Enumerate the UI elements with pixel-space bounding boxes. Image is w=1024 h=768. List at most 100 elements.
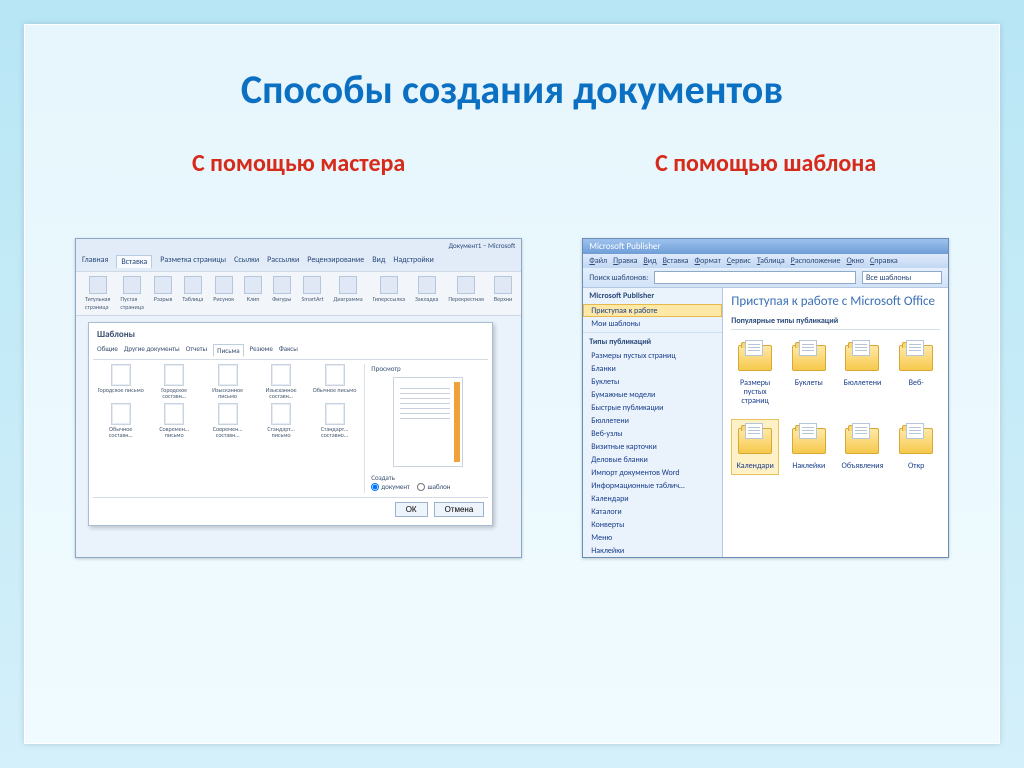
columns: С помощью мастера Документ1 – Microsoft … (75, 149, 949, 558)
templates-dialog: Шаблоны ОбщиеДругие документыОтчетыПисьм… (88, 322, 493, 526)
ribbon-tab[interactable]: Надстройки (393, 255, 433, 268)
ribbon-icon (494, 276, 512, 294)
publication-type-item[interactable]: Веб- (892, 336, 940, 409)
template-item[interactable]: Стандарт… составно… (311, 403, 358, 438)
publication-type-item[interactable]: Бюллетени (839, 336, 887, 409)
radio-template-input[interactable] (417, 483, 425, 491)
ribbon-tab[interactable]: Рецензирование (307, 255, 364, 268)
publication-type-item[interactable]: Календари (731, 419, 779, 475)
template-item[interactable]: Современ… письмо (150, 403, 197, 438)
dialog-tabs[interactable]: Общие Другие документы Отчеты Письма Резюме Ф… (93, 342, 488, 360)
sidebar-item[interactable]: Меню (583, 531, 722, 544)
ribbon-tab[interactable]: Вид (372, 255, 385, 268)
sidebar-item[interactable]: Импорт документов Word (583, 466, 722, 479)
ribbon-button[interactable]: Гиперссылка (370, 276, 408, 311)
ribbon-button[interactable]: Таблица (179, 276, 206, 311)
publication-type-label: Бюллетени (844, 379, 882, 388)
search-scope-dropdown[interactable]: Все шаблоны (862, 271, 942, 284)
ribbon-tab[interactable]: Разметка страницы (160, 255, 226, 268)
publication-type-item[interactable]: Буклеты (785, 336, 833, 409)
sidebar-item[interactable]: Наклейки (583, 544, 722, 557)
sidebar-item[interactable]: Календари (583, 492, 722, 505)
publication-type-item[interactable]: Размеры пустых страниц (731, 336, 779, 409)
publication-type-label: Буклеты (795, 379, 823, 388)
sidebar-item[interactable]: Размеры пустых страниц (583, 349, 722, 362)
sidebar-item[interactable]: Бумажные модели (583, 388, 722, 401)
ok-button[interactable]: ОК (395, 502, 428, 517)
ribbon-button[interactable]: Фигуры (269, 276, 294, 311)
ribbon-tab[interactable]: Ссылки (234, 255, 259, 268)
ribbon-button[interactable]: SmartArt (298, 276, 326, 311)
publication-type-item[interactable]: Объявления (839, 419, 887, 475)
template-item[interactable]: Современ… составн… (204, 403, 251, 438)
menu-item[interactable]: Таблица (757, 256, 785, 266)
sidebar-item[interactable]: Визитные карточки (583, 440, 722, 453)
main-title: Приступая к работе с Microsoft Office (731, 294, 940, 309)
ribbon-tab[interactable]: Рассылки (267, 255, 299, 268)
ribbon-label: Перекрестная (448, 295, 484, 303)
radio-document[interactable]: документ (371, 482, 410, 491)
dialog-tab[interactable]: Письма (213, 344, 243, 357)
sidebar-item[interactable]: Буклеты (583, 375, 722, 388)
menu-item[interactable]: Правка (613, 256, 637, 266)
ribbon-label: Рисунок (213, 295, 234, 303)
sidebar-item[interactable]: Быстрые публикации (583, 401, 722, 414)
template-grid[interactable]: Городское письмоГородское составн…Изыска… (97, 364, 358, 493)
publication-type-item[interactable]: Наклейки (785, 419, 833, 475)
search-input[interactable] (654, 271, 856, 284)
template-label: Современ… составн… (204, 426, 251, 438)
menu-item[interactable]: Расположение (791, 256, 841, 266)
ribbon-icon (303, 276, 321, 294)
publisher-menu[interactable]: Файл Правка Вид Вставка Формат Сервис Таблица Р… (583, 254, 948, 268)
sidebar-item[interactable]: Каталоги (583, 505, 722, 518)
menu-item[interactable]: Файл (589, 256, 607, 266)
ribbon-button[interactable]: Пустая страница (117, 276, 146, 311)
ribbon-tabs[interactable]: Главная Вставка Разметка страницы Ссылки Рас… (76, 252, 521, 271)
sidebar-item[interactable]: Конверты (583, 518, 722, 531)
ribbon-tab[interactable]: Вставка (116, 255, 152, 268)
radio-template[interactable]: шаблон (417, 482, 450, 491)
publication-type-item[interactable]: Откр (892, 419, 940, 475)
menu-item[interactable]: Окно (846, 256, 864, 266)
ribbon-button[interactable]: Закладка (412, 276, 441, 311)
sidebar-item[interactable]: Мои шаблоны (583, 317, 722, 330)
sidebar-item[interactable]: Приступая к работе (583, 304, 722, 317)
dialog-tab[interactable]: Другие документы (124, 344, 180, 357)
publication-type-grid[interactable]: Размеры пустых страниц Буклеты Бюллетени Ве… (731, 336, 940, 475)
template-item[interactable]: Обычное письмо (311, 364, 358, 399)
dialog-tab[interactable]: Факсы (279, 344, 298, 357)
sidebar-item[interactable]: Веб-узлы (583, 427, 722, 440)
dialog-tab[interactable]: Резюме (250, 344, 273, 357)
ribbon[interactable]: Титульная страницаПустая страницаРазрывТ… (76, 271, 521, 316)
template-item[interactable]: Обычное составн… (97, 403, 144, 438)
sidebar-item[interactable]: Информационные таблич… (583, 479, 722, 492)
menu-item[interactable]: Вставка (663, 256, 689, 266)
ribbon-button[interactable]: Рисунок (210, 276, 237, 311)
menu-item[interactable]: Формат (695, 256, 721, 266)
sidebar-item[interactable]: Бюллетени (583, 414, 722, 427)
ribbon-button[interactable]: Титульная страница (82, 276, 113, 311)
radio-document-input[interactable] (371, 483, 379, 491)
menu-item[interactable]: Справка (870, 256, 898, 266)
ribbon-tab[interactable]: Главная (82, 255, 108, 268)
template-item[interactable]: Стандарт… письмо (257, 403, 304, 438)
menu-item[interactable]: Сервис (727, 256, 751, 266)
ribbon-button[interactable]: Клип (241, 276, 265, 311)
cancel-button[interactable]: Отмена (434, 502, 485, 517)
dialog-tab[interactable]: Отчеты (186, 344, 207, 357)
sidebar-item[interactable]: Деловые бланки (583, 453, 722, 466)
dialog-footer: ОК Отмена (93, 497, 488, 521)
ribbon-button[interactable]: Верхни (491, 276, 515, 311)
template-label: Стандарт… письмо (257, 426, 304, 438)
ribbon-button[interactable]: Перекрестная (445, 276, 487, 311)
menu-item[interactable]: Вид (643, 256, 656, 266)
sidebar-item[interactable]: Бланки (583, 362, 722, 375)
dialog-tab[interactable]: Общие (97, 344, 118, 357)
template-item[interactable]: Городское составн… (150, 364, 197, 399)
template-item[interactable]: Изысканное письмо (204, 364, 251, 399)
ribbon-button[interactable]: Диаграмма (331, 276, 366, 311)
word-window: Документ1 – Microsoft ГлавнаяВставкаРазм… (75, 238, 522, 558)
ribbon-button[interactable]: Разрыв (151, 276, 176, 311)
template-item[interactable]: Городское письмо (97, 364, 144, 399)
template-item[interactable]: Изысканное составн… (257, 364, 304, 399)
